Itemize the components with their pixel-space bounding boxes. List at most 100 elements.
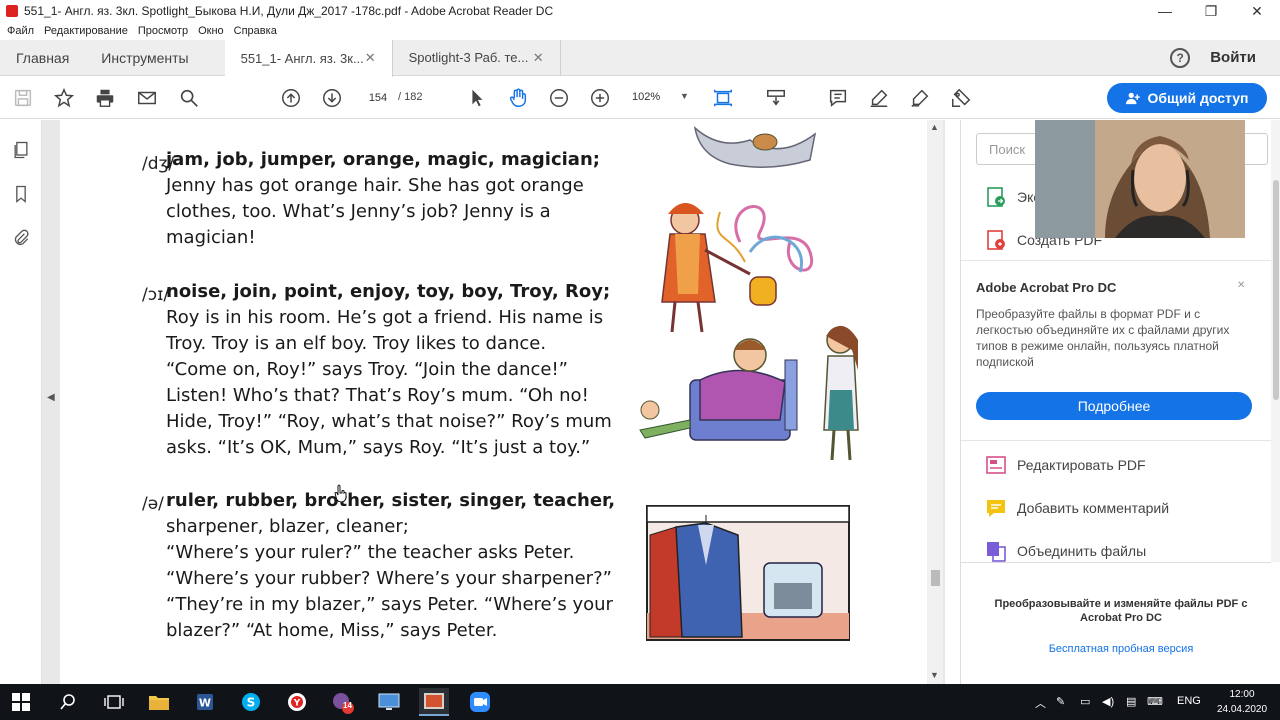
document-viewport[interactable]: /dʒ/ jam, job, jumper, orange, magic, ma… (42, 120, 945, 684)
free-trial-link[interactable]: Бесплатная пробная версия (981, 643, 1261, 655)
acrobat-taskbar-icon[interactable] (419, 688, 449, 716)
zoom-app-icon[interactable] (465, 688, 495, 716)
pdf-page: /dʒ/ jam, job, jumper, orange, magic, ma… (60, 120, 928, 684)
skype-icon[interactable]: S (236, 688, 266, 716)
close-window-button[interactable]: ✕ (1234, 0, 1280, 22)
window-title: 551_1- Англ. яз. 3кл. Spotlight_Быкова Н… (24, 4, 554, 18)
clock-time: 12:00 (1229, 689, 1255, 700)
menu-window[interactable]: Окно (198, 25, 224, 37)
bookmarks-icon[interactable] (11, 184, 31, 204)
minimize-button[interactable]: — (1142, 0, 1188, 22)
page-thumbnails-icon[interactable] (11, 140, 31, 160)
page-number-input[interactable]: 154 (360, 87, 396, 109)
restore-button[interactable]: ❐ (1188, 0, 1234, 22)
viber-icon[interactable]: 14 (328, 688, 358, 716)
sign-in-link[interactable]: Войти (1210, 49, 1256, 66)
scroll-down-icon[interactable]: ▼ (930, 670, 939, 680)
add-comment-tool[interactable]: Добавить комментарий (985, 497, 1169, 519)
monitor-app-icon[interactable] (374, 688, 404, 716)
notification-message-icon[interactable]: ▤ (1126, 695, 1136, 708)
share-button[interactable]: Общий доступ (1107, 83, 1267, 113)
attachments-icon[interactable] (11, 228, 31, 248)
window-controls: — ❐ ✕ (1142, 0, 1280, 22)
zoom-out-icon[interactable] (547, 86, 571, 110)
text-paragraph: ruler, rubber, brother, sister, singer, … (166, 488, 615, 644)
print-icon[interactable] (93, 86, 117, 110)
hand-tool-icon[interactable] (506, 86, 530, 110)
document-scrollbar[interactable]: ▲ ▼ (927, 120, 943, 684)
tab-close-icon[interactable]: ✕ (533, 50, 544, 66)
word-list: ruler, rubber, brother, sister, singer, … (166, 490, 616, 511)
tab-tools[interactable]: Инструменты (85, 40, 204, 76)
tab-document-2[interactable]: Spotlight-3 Раб. те... ✕ (393, 39, 561, 76)
previous-page-arrow-icon[interactable]: ◀ (47, 392, 55, 403)
tray-chevron-up-icon[interactable]: ︿ (1035, 695, 1046, 711)
promo-close-icon[interactable]: ✕ (1237, 280, 1245, 291)
yandex-browser-icon[interactable]: Y (282, 688, 312, 716)
language-indicator[interactable]: ENG (1177, 695, 1201, 707)
tab-home[interactable]: Главная (0, 40, 85, 76)
combine-files-label: Объединить файлы (1017, 543, 1147, 559)
text-line: “Where’s your ruler?” the teacher asks P… (166, 542, 575, 563)
tab-document-1-label: 551_1- Англ. яз. 3к... (240, 50, 364, 66)
save-icon[interactable] (11, 86, 35, 110)
edit-pdf-label: Редактировать PDF (1017, 457, 1146, 473)
combine-files-tool[interactable]: Объединить файлы (985, 540, 1146, 562)
select-cursor-icon[interactable] (465, 86, 489, 110)
edit-pdf-tool[interactable]: Редактировать PDF (985, 454, 1146, 476)
next-page-icon[interactable] (320, 86, 344, 110)
task-view-icon[interactable] (99, 688, 129, 716)
email-icon[interactable] (135, 86, 159, 110)
highlight-pen-icon[interactable] (867, 86, 891, 110)
pen-tray-icon[interactable]: ✎ (1056, 695, 1065, 708)
page-total: / 182 (398, 91, 423, 103)
tab-document-2-label: Spotlight-3 Раб. те... (408, 50, 529, 65)
comment-icon[interactable] (826, 86, 850, 110)
text-line: sharpener, blazer, cleaner; (166, 516, 409, 537)
zoom-level-select[interactable]: 102% (632, 91, 660, 103)
export-pdf-icon (987, 187, 1005, 207)
text-line: Roy is in his room. He’s got a friend. H… (166, 307, 604, 328)
promo-description: Преобразуйте файлы в формат PDF и с легк… (976, 307, 1230, 369)
word-app-icon[interactable]: W (190, 688, 220, 716)
share-button-label: Общий доступ (1147, 90, 1249, 106)
wardrobe-illustration (646, 505, 850, 641)
fit-page-icon[interactable] (711, 86, 735, 110)
bookmark-star-icon[interactable] (52, 86, 76, 110)
start-windows-icon[interactable] (6, 688, 36, 716)
scrollbar-thumb[interactable] (1273, 180, 1279, 400)
help-icon[interactable]: ? (1170, 47, 1191, 68)
menu-file[interactable]: Файл (7, 25, 34, 37)
scroll-mode-icon[interactable] (764, 86, 788, 110)
tools-pane-scrollbar[interactable] (1271, 120, 1280, 562)
acrobat-app-icon (6, 5, 18, 17)
tab-document-1[interactable]: 551_1- Англ. яз. 3к... ✕ (224, 39, 393, 77)
menu-help[interactable]: Справка (234, 25, 277, 37)
combine-files-icon (987, 542, 1006, 562)
zoom-in-icon[interactable] (588, 86, 612, 110)
tab-close-icon[interactable]: ✕ (365, 50, 376, 66)
scroll-up-icon[interactable]: ▲ (930, 122, 939, 132)
file-explorer-icon[interactable] (144, 688, 174, 716)
create-pdf-icon (987, 230, 1005, 250)
menu-edit[interactable]: Редактирование (44, 25, 128, 37)
keyboard-icon[interactable]: ⌨ (1147, 695, 1163, 708)
previous-page-icon[interactable] (279, 86, 303, 110)
title-bar: 551_1- Англ. яз. 3кл. Spotlight_Быкова Н… (0, 0, 1280, 22)
chevron-down-icon[interactable]: ▼ (680, 91, 689, 101)
scrollbar-thumb[interactable] (931, 570, 940, 586)
text-line: “They’re in my blazer,” says Peter. “Whe… (166, 594, 613, 615)
text-line: blazer?” “At home, Miss,” says Peter. (166, 620, 498, 641)
menu-view[interactable]: Просмотр (138, 25, 188, 37)
learn-more-button[interactable]: Подробнее (976, 392, 1252, 420)
taskbar-search-icon[interactable] (53, 688, 83, 716)
panel-divider (961, 440, 1271, 441)
webcam-person-image (1035, 120, 1245, 238)
menu-bar: Файл Редактирование Просмотр Окно Справк… (0, 22, 1280, 40)
system-clock[interactable]: 12:00 24.04.2020 (1214, 687, 1270, 717)
network-icon[interactable]: ▭ (1080, 695, 1090, 708)
fill-sign-icon[interactable] (908, 86, 932, 110)
more-tools-icon[interactable] (949, 86, 973, 110)
search-icon[interactable] (177, 86, 201, 110)
volume-icon[interactable]: ◀) (1102, 695, 1114, 708)
